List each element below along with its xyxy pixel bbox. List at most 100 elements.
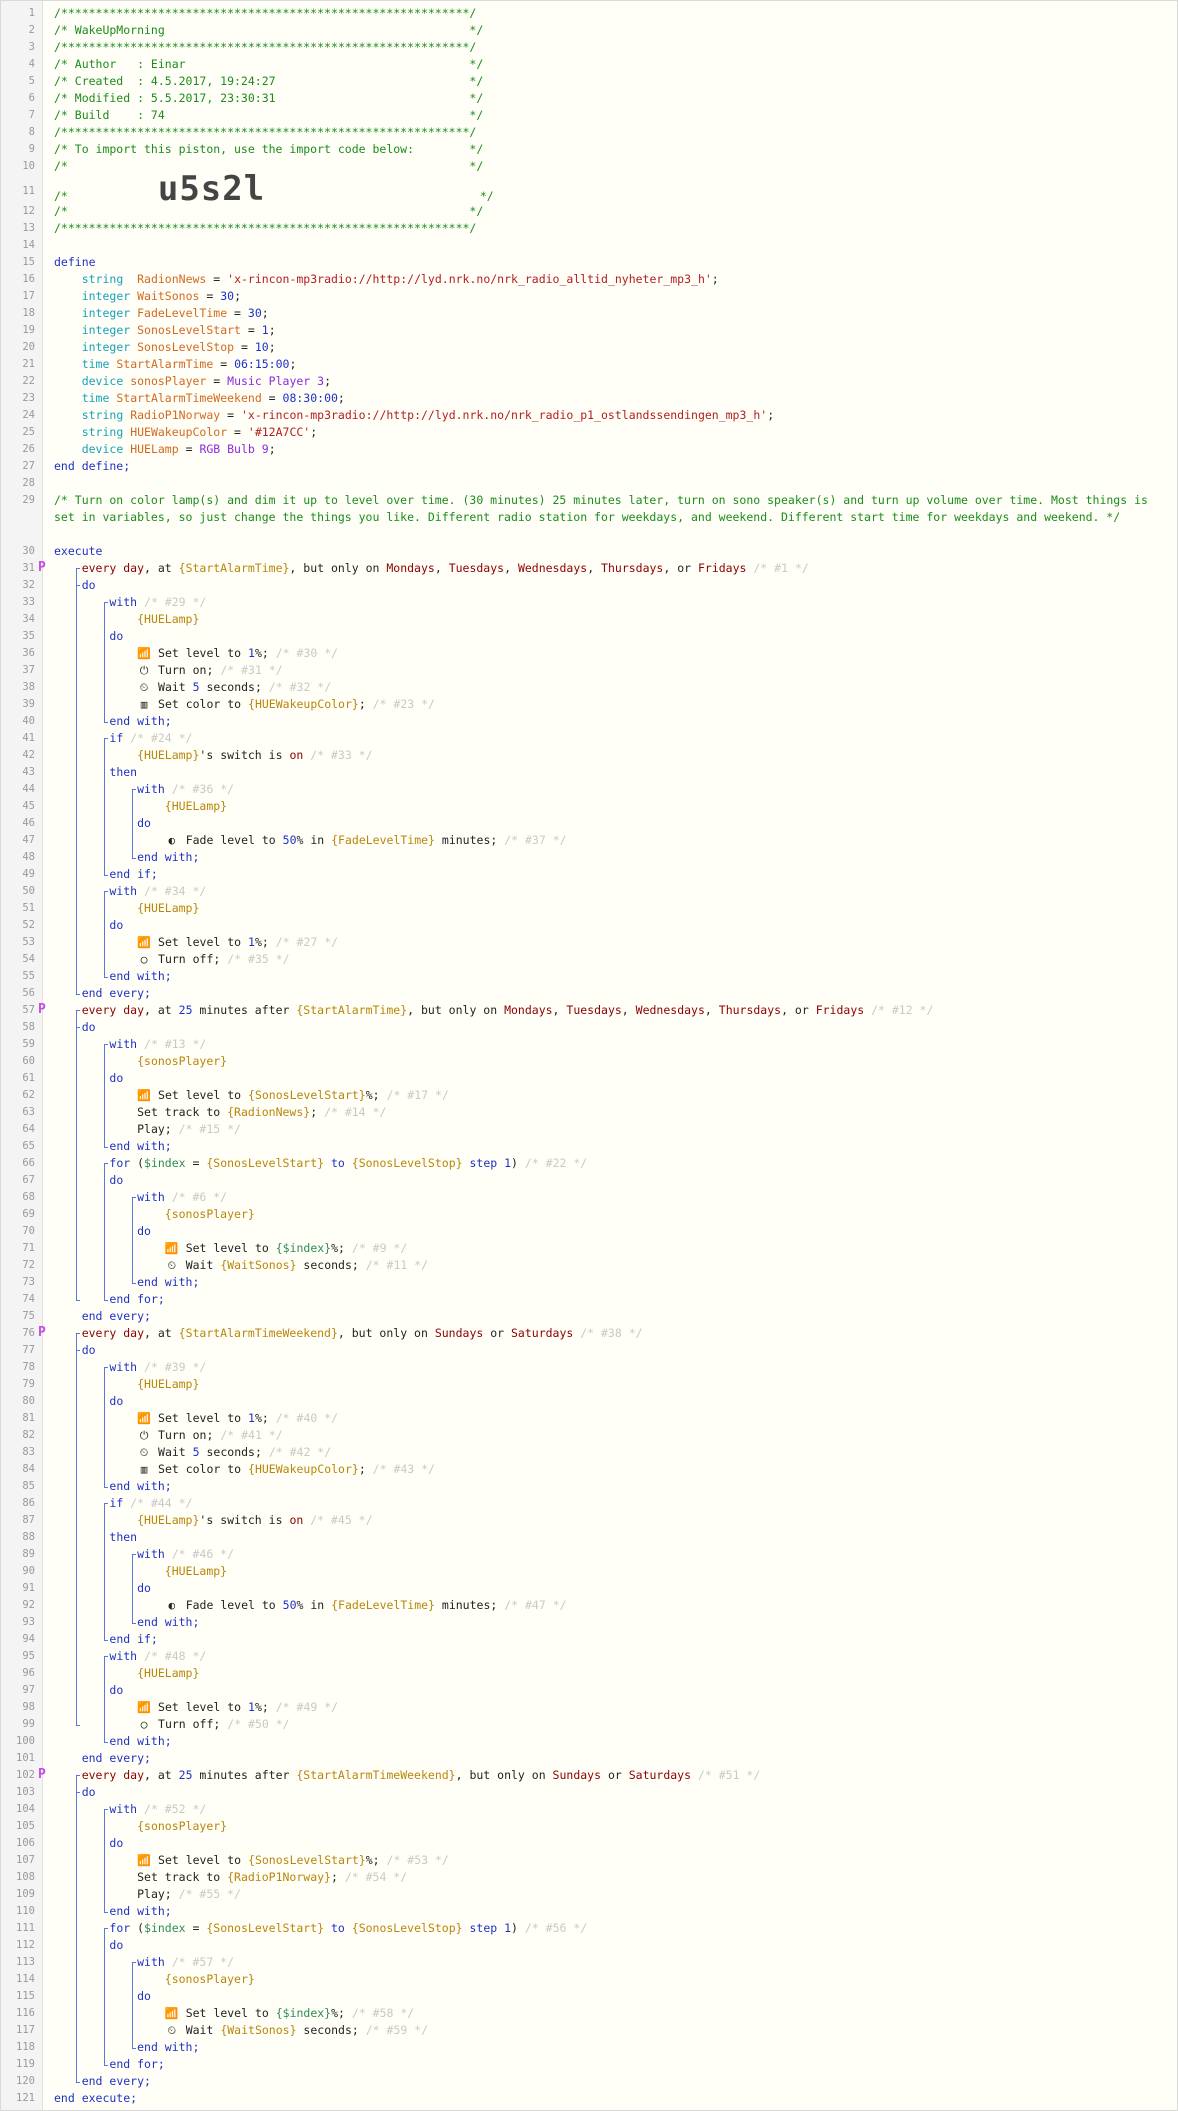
code-token: % in [296, 1598, 332, 1612]
code-token: /* #36 */ [164, 782, 235, 796]
block-guide [104, 1809, 105, 1912]
block-guide [132, 1197, 133, 1283]
code-line: end with; [54, 1138, 1167, 1155]
block-guide-tick [132, 1623, 136, 1624]
code-token: /* To import this piston, use the import… [54, 142, 484, 156]
code-token: %; [365, 1088, 387, 1102]
code-token: , but only on [337, 1326, 435, 1340]
code-token: with [137, 1190, 165, 1204]
line-number: 77 [22, 1344, 35, 1356]
code-token: , [704, 1003, 719, 1017]
code-token: ; [268, 442, 276, 456]
code-line: Set track to {RadionNews}; /* #14 */ [54, 1104, 1167, 1121]
action-icon: ▥ [140, 698, 148, 711]
code-line: 📶 Set level to 1%; /* #30 */ [54, 645, 1167, 662]
code-line: ◐ Fade level to 50% in {FadeLevelTime} m… [54, 832, 1167, 849]
code-token: Set level to [151, 1088, 249, 1102]
code-line: integer WaitSonos = 30; [54, 288, 1167, 305]
code-line: with /* #29 */ [54, 594, 1167, 611]
code-token: if [109, 1496, 124, 1510]
code-token: , but only on [455, 1768, 553, 1782]
code-token: end with; [137, 850, 200, 864]
code-token: /* #11 */ [365, 1258, 429, 1272]
action-icon: ◯ [140, 953, 148, 966]
code-token: = [220, 408, 241, 422]
code-token: , [552, 1003, 567, 1017]
code-line: /* Created : 4.5.2017, 19:24:27 */ [54, 73, 1167, 90]
block-guide-tick [132, 1962, 136, 1963]
code-token: do [109, 1173, 124, 1187]
block-guide [104, 1656, 105, 1742]
line-number: 51 [22, 902, 35, 914]
line-number: 10 [22, 160, 35, 172]
code-token: then [109, 1530, 138, 1544]
code-token: Fade level to [178, 833, 283, 847]
code-token: /* #31 */ [220, 663, 283, 677]
code-token: do [109, 918, 124, 932]
code-token: do [81, 578, 96, 592]
line-number: 87 [22, 1514, 35, 1526]
code-token: Fade level to [178, 1598, 283, 1612]
code-line: /***************************************… [54, 39, 1167, 56]
code-line: do [54, 1937, 1167, 1954]
code-token: with [109, 1360, 138, 1374]
line-number: 41 [22, 732, 35, 744]
code-token: ; [268, 323, 276, 337]
line-number: 74 [22, 1293, 35, 1305]
line-number: 52 [22, 919, 35, 931]
code-line: end every; [54, 1308, 1167, 1325]
code-token: on [289, 1513, 304, 1527]
code-line: {HUELamp} [54, 611, 1167, 628]
code-token: every day [81, 1768, 145, 1782]
block-guide-tick [104, 1809, 108, 1810]
code-token: ( [130, 1156, 145, 1170]
block-guide [104, 602, 105, 722]
code-token: end every; [81, 1751, 151, 1765]
code-token: end every; [81, 2074, 151, 2088]
line-number: 101 [16, 1752, 35, 1764]
code-token: {$index} [275, 1241, 332, 1255]
code-token: ; [711, 272, 719, 286]
line-number: 109 [16, 1888, 35, 1900]
code-line: integer FadeLevelTime = 30; [54, 305, 1167, 322]
code-line: /* Modified : 5.5.2017, 23:30:31 */ [54, 90, 1167, 107]
line-number: 91 [22, 1582, 35, 1594]
line-number: 78 [22, 1361, 35, 1373]
code-token: step [462, 1921, 505, 1935]
line-number: 112 [16, 1939, 35, 1951]
code-line: do [54, 1172, 1167, 1189]
line-number: 36 [22, 647, 35, 659]
line-number: 69 [22, 1208, 35, 1220]
line-number: 45 [22, 800, 35, 812]
line-number: 116 [16, 2007, 35, 2019]
block-guide-tick [76, 585, 80, 586]
code-token: RadionNews [137, 272, 207, 286]
code-token: do [137, 816, 151, 830]
code-token: = [240, 323, 262, 337]
line-number: 66 [22, 1157, 35, 1169]
code-token: = [199, 289, 221, 303]
code-token: /* #51 */ [691, 1768, 761, 1782]
block-guide-tick [104, 1044, 108, 1045]
code-token: ; [337, 391, 345, 405]
code-token: to [324, 1156, 352, 1170]
line-number: 75 [22, 1310, 35, 1322]
line-number: 19 [22, 324, 35, 336]
code-line: then [54, 1529, 1167, 1546]
code-token: do [109, 1836, 124, 1850]
line-number: 93 [22, 1616, 35, 1628]
